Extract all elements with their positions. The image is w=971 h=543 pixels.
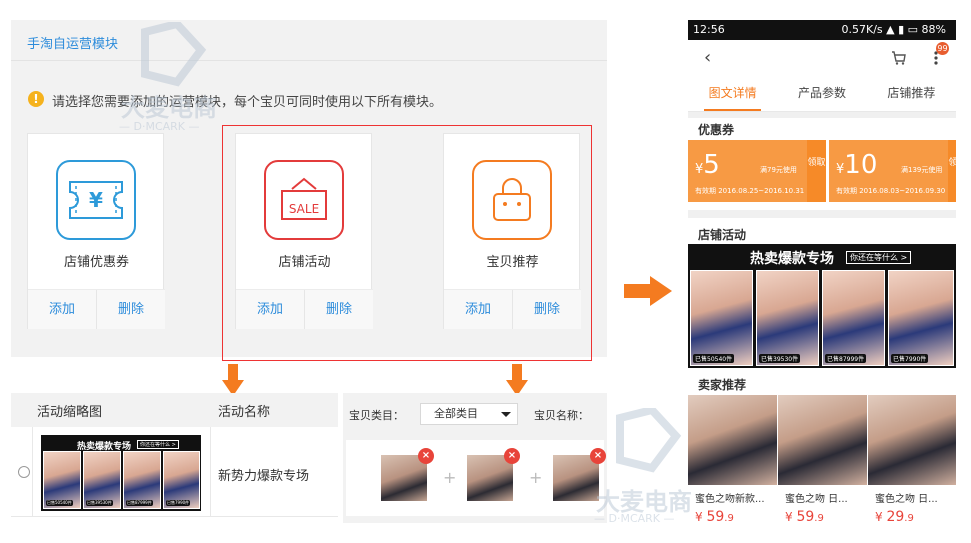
activity-banner[interactable]: 热卖爆款专场 你还在等什么 > 已售50540件 已售39530件 已售8799… <box>688 244 956 368</box>
highlight-frame <box>222 125 592 361</box>
right-arrow-icon <box>624 276 672 306</box>
section-heading-seller-recommend: 卖家推荐 <box>698 378 747 392</box>
sold-count: 已售50540件 <box>46 500 73 506</box>
banner-product-image: 已售50540件 <box>690 270 753 366</box>
product-name: 蜜色之吻 日... <box>785 494 848 505</box>
product-name: 蜜色之吻 日... <box>875 494 938 505</box>
instruction-text: 请选择您需要添加的运营模块，每个宝贝可同时使用以下所有模块。 <box>52 95 443 110</box>
cart-icon[interactable] <box>891 50 907 66</box>
sold-count: 已售7990件 <box>891 354 929 363</box>
product-picker: 宝贝类目： 全部类目 宝贝名称： × + × + × <box>343 393 607 523</box>
coupon-amount: ¥10 <box>836 150 878 180</box>
category-select[interactable]: 全部类目 <box>420 403 518 425</box>
coupon-card[interactable]: ¥5 满79元使用 有效期 2016.08.25~2016.10.31 领取 <box>688 140 826 202</box>
product-thumbnail[interactable]: × <box>467 448 520 501</box>
remove-product-icon[interactable]: × <box>418 448 434 464</box>
caret-down-icon <box>501 412 511 417</box>
category-select-value: 全部类目 <box>434 407 478 420</box>
divider <box>688 210 956 218</box>
sold-count: 已售39530件 <box>759 354 801 363</box>
yen-glyph: ¥ <box>89 188 103 212</box>
battery-level: 88% <box>921 23 946 36</box>
coupon-amount: ¥5 <box>695 150 720 180</box>
module-card-coupon: ¥ 店铺优惠券 添加 删除 <box>27 133 165 329</box>
banner-product-image: 已售50540件 <box>43 451 81 509</box>
product-price: ¥ 29.9 <box>875 509 914 525</box>
banner-product-image: 已售7990件 <box>888 270 954 366</box>
activity-table: 活动缩略图 活动名称 热卖爆款专场 你还在等什么 > 已售50540件 已售39… <box>11 393 338 523</box>
banner-product-image: 已售87999件 <box>822 270 885 366</box>
tab-details[interactable]: 图文详情 <box>688 76 777 111</box>
coupon-validity: 有效期 2016.08.03~2016.09.30 <box>836 187 946 195</box>
wifi-signal-icon: ▲ ▮ ▭ <box>886 23 922 36</box>
table-header: 活动缩略图 活动名称 <box>11 393 338 427</box>
watermark-sub: — D·MCARK — <box>119 120 200 133</box>
banner-product-image: 已售39530件 <box>756 270 819 366</box>
section-heading-activity: 店铺活动 <box>698 228 747 242</box>
divider <box>11 60 607 61</box>
watermark-sub: — D·MCARK — <box>594 512 675 525</box>
activity-radio[interactable] <box>18 466 30 478</box>
watermark-logo: 大麦电商 — D·MCARK — <box>590 408 720 530</box>
coupon-card[interactable]: ¥10 满139元使用 有效期 2016.08.03~2016.09.30 领取 <box>829 140 956 202</box>
plus-icon: + <box>443 468 457 487</box>
product-image <box>778 395 867 485</box>
network-speed: 0.57K/s <box>841 23 883 36</box>
section-heading-coupon: 优惠券 <box>698 123 735 137</box>
banner-product-image: 已售39530件 <box>83 451 121 509</box>
banner-product-image: 已售7990件 <box>163 451 200 509</box>
tab-bar: 图文详情 产品参数 店铺推荐 <box>688 76 956 112</box>
tab-parameters[interactable]: 产品参数 <box>777 76 866 111</box>
product-price: ¥ 59.9 <box>785 509 824 525</box>
product-name-label: 宝贝名称： <box>534 409 589 422</box>
plus-icon: + <box>529 468 543 487</box>
product-thumbnail[interactable]: × <box>381 448 434 501</box>
app-bar: ‹ 99 <box>688 40 956 76</box>
banner-search-hint: 你还在等什么 > <box>846 251 912 264</box>
watermark-brand: 大麦电商 <box>121 94 217 122</box>
ops-module-panel: 手淘自运营模块 ! 请选择您需要添加的运营模块，每个宝贝可同时使用以下所有模块。… <box>11 20 607 361</box>
activity-name: 新势力爆款专场 <box>218 469 310 484</box>
delete-coupon-button[interactable]: 删除 <box>96 290 165 329</box>
coupon-validity: 有效期 2016.08.25~2016.10.31 <box>695 187 805 195</box>
back-icon[interactable]: ‹ <box>704 48 718 68</box>
banner-search-hint: 你还在等什么 > <box>137 440 179 449</box>
product-image <box>868 395 956 485</box>
activity-thumbnail: 热卖爆款专场 你还在等什么 > 已售50540件 已售39530件 已售8799… <box>41 435 201 511</box>
sold-count: 已售7990件 <box>166 500 191 506</box>
module-actions: 添加 删除 <box>28 289 165 329</box>
coupon-ticket-icon: ¥ <box>56 160 136 240</box>
coupon-condition: 满79元使用 <box>760 166 797 174</box>
divider <box>32 427 33 517</box>
banner-product-image: 已售87999件 <box>123 451 161 509</box>
banner-title: 热卖爆款专场 <box>750 251 834 267</box>
claim-coupon-button[interactable]: 领取 <box>948 140 956 202</box>
column-header-name: 活动名称 <box>218 405 271 420</box>
module-name: 店铺优惠券 <box>63 255 129 270</box>
watermark-logo: 大麦电商 — D·MCARK — <box>115 22 245 137</box>
sold-count: 已售50540件 <box>693 354 735 363</box>
status-time: 12:56 <box>693 23 725 36</box>
divider <box>688 112 956 118</box>
tab-shop-recommend[interactable]: 店铺推荐 <box>867 76 956 111</box>
status-bar: 12:56 0.57K/s ▲ ▮ ▭ 88% <box>688 20 956 40</box>
notification-badge: 99 <box>936 42 949 55</box>
claim-coupon-button[interactable]: 领取 <box>807 140 826 202</box>
recommend-card[interactable]: 蜜色之吻 日... ¥ 29.9 <box>868 395 956 530</box>
phone-preview: 12:56 0.57K/s ▲ ▮ ▭ 88% ‹ 99 图文详情 产品参数 店… <box>688 20 956 530</box>
sold-count: 已售87999件 <box>126 500 153 506</box>
divider <box>210 427 211 517</box>
warning-icon: ! <box>28 91 44 107</box>
recommend-card[interactable]: 蜜色之吻 日... ¥ 59.9 <box>778 395 867 530</box>
coupon-condition: 满139元使用 <box>901 166 943 174</box>
sold-count: 已售87999件 <box>825 354 867 363</box>
column-header-thumbnail: 活动缩略图 <box>37 405 103 420</box>
selected-products: × + × + × <box>346 440 606 516</box>
remove-product-icon[interactable]: × <box>504 448 520 464</box>
panel-title: 手淘自运营模块 <box>27 37 119 52</box>
sold-count: 已售39530件 <box>86 500 113 506</box>
category-label: 宝贝类目： <box>349 409 404 422</box>
status-indicators: 0.57K/s ▲ ▮ ▭ 88% <box>841 23 946 36</box>
add-coupon-button[interactable]: 添加 <box>28 290 96 329</box>
